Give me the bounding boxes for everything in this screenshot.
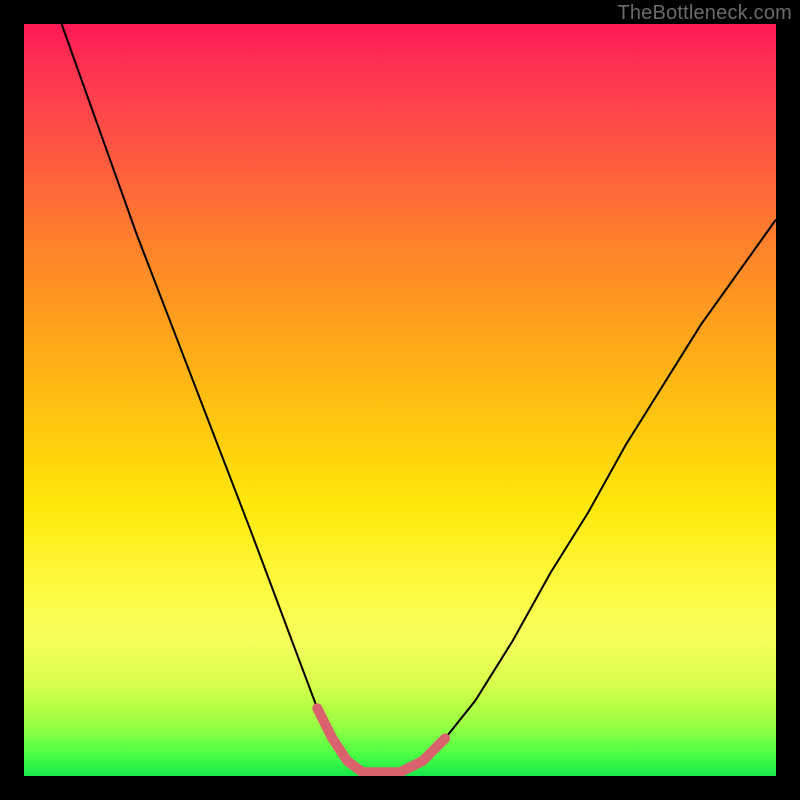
plot-area: [24, 24, 776, 776]
watermark-text: TheBottleneck.com: [617, 2, 792, 25]
series-group: [62, 24, 776, 772]
optimal-highlight: [317, 708, 445, 772]
bottleneck-curve: [62, 24, 776, 772]
chart-svg: [24, 24, 776, 776]
chart-stage: TheBottleneck.com: [0, 0, 800, 800]
